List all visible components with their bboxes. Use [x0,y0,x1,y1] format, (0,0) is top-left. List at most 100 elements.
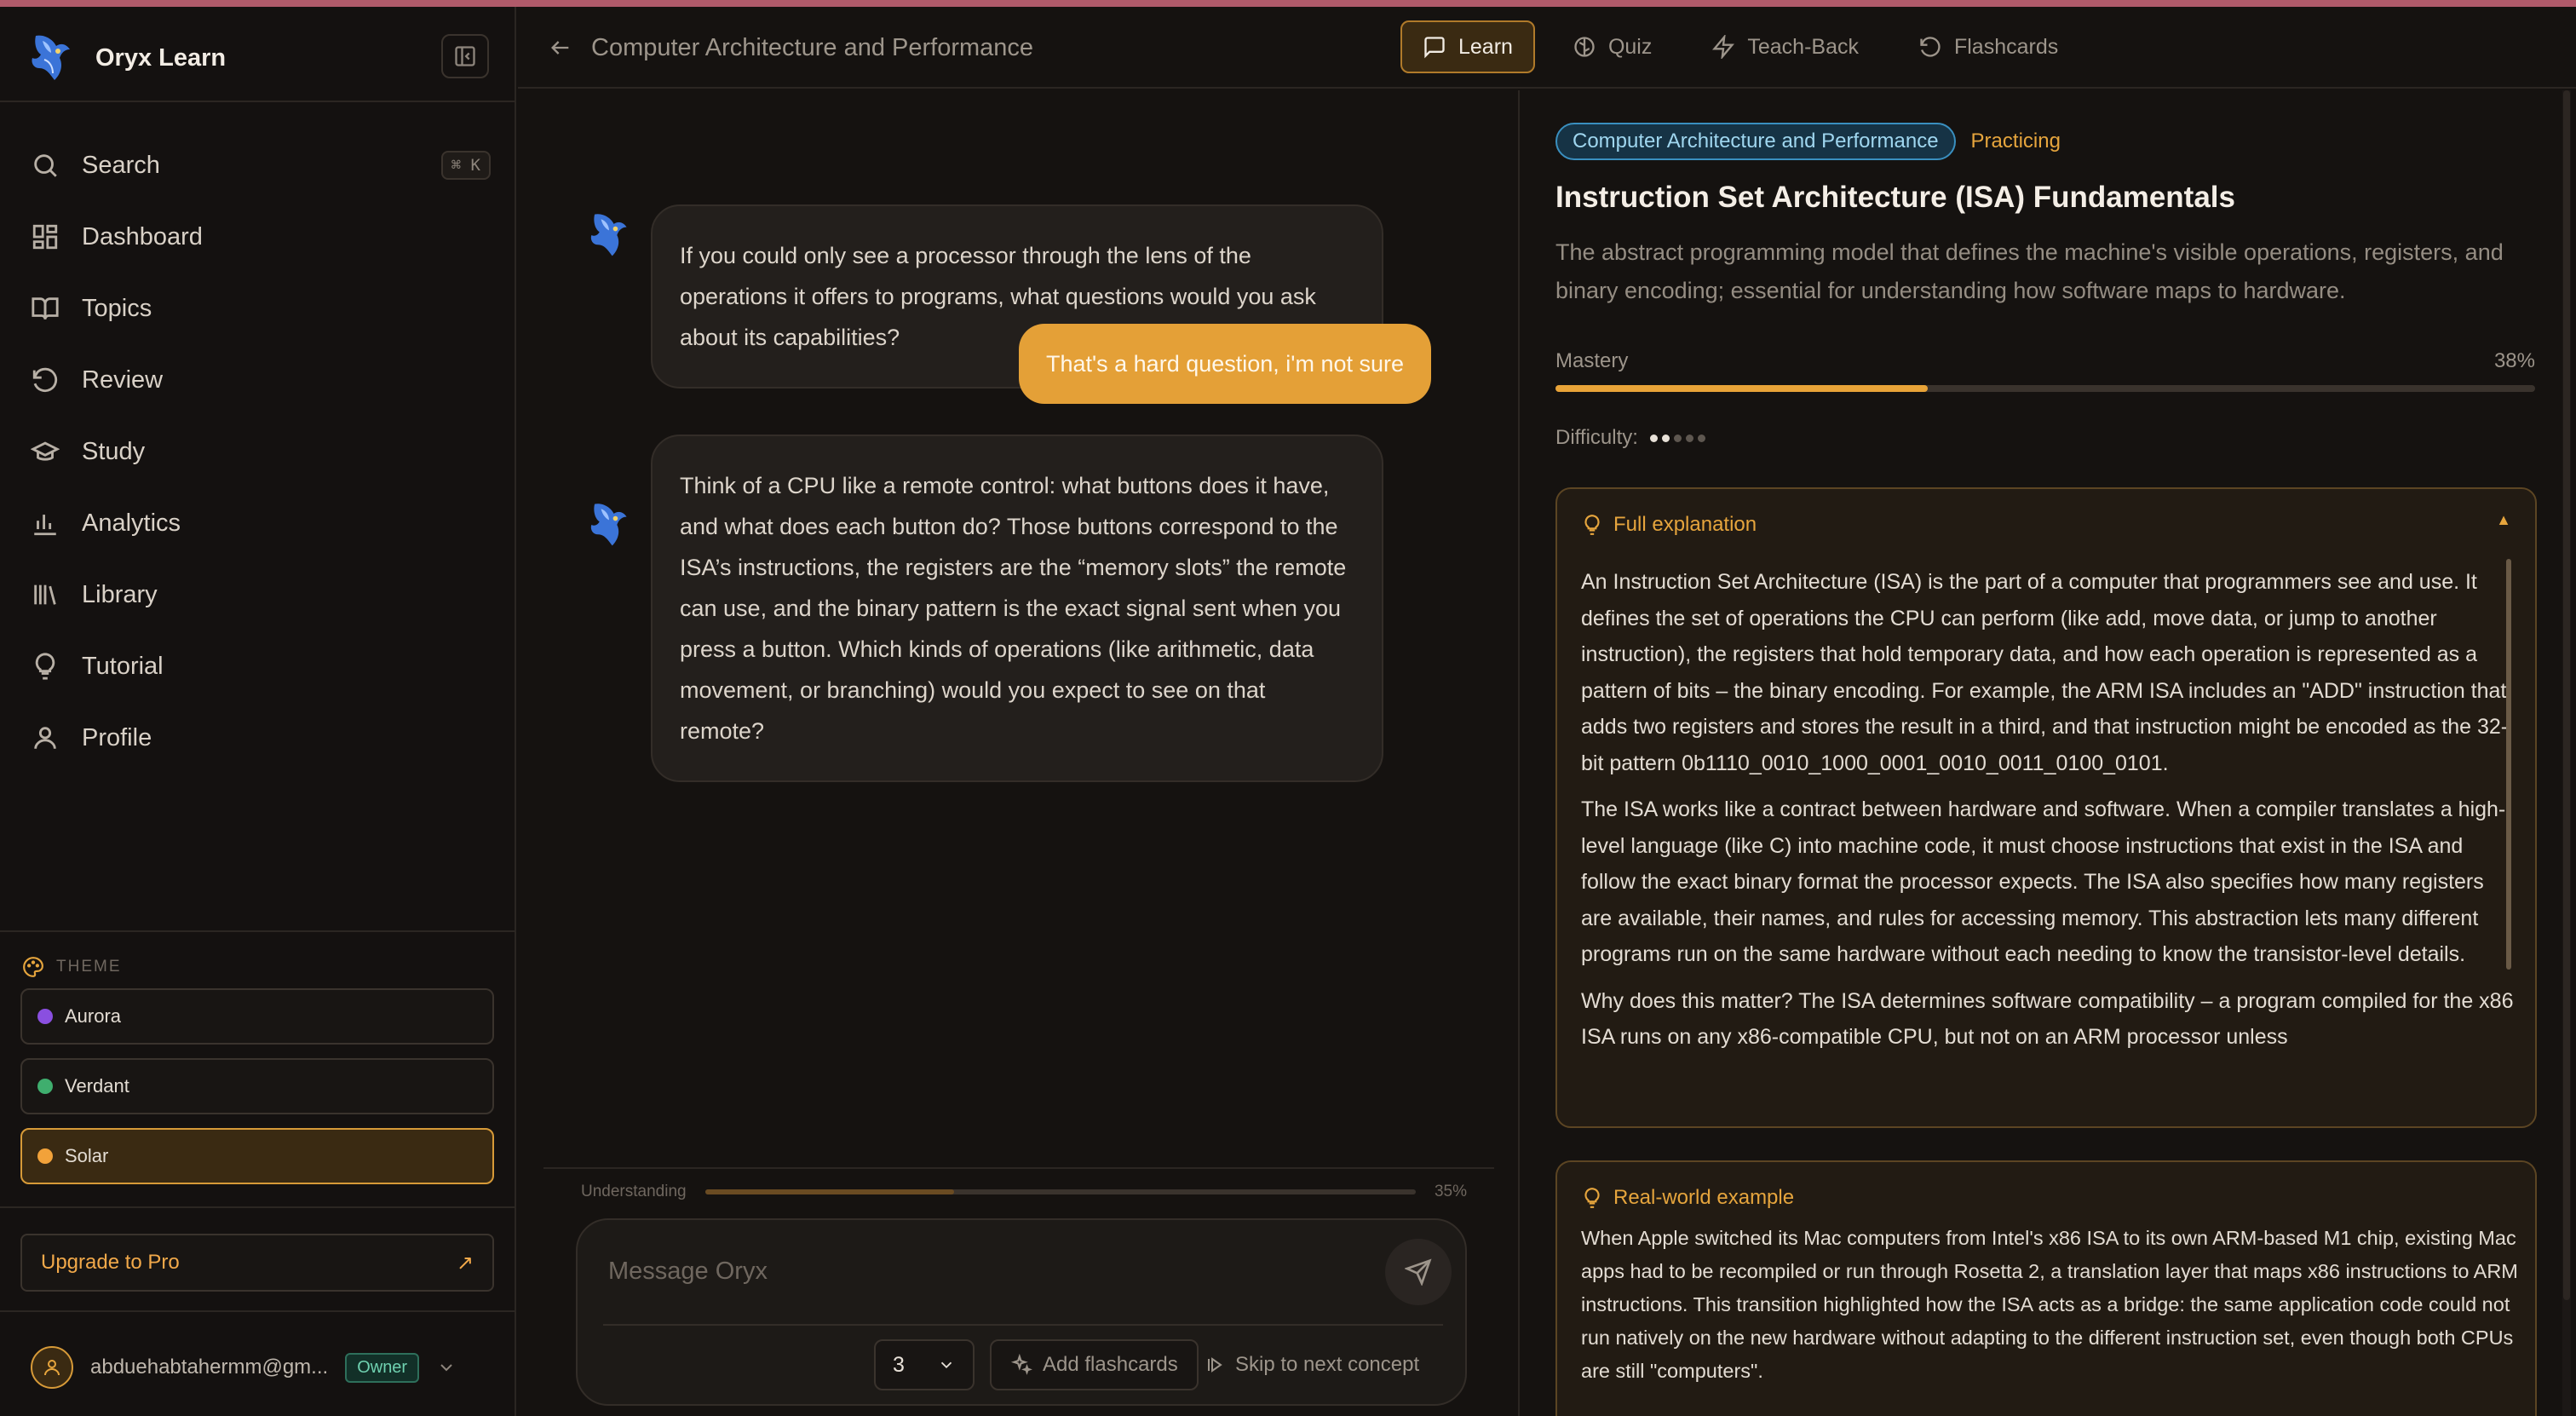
tab-teach-back[interactable]: Teach-Back [1689,20,1881,73]
panel-scrollbar[interactable] [2562,90,2571,1416]
oryx-avatar-icon [590,214,627,256]
explanation-paragraph: The ISA works like a contract between ha… [1581,797,2506,966]
concept-panel: Computer Architecture and Performance Pr… [1521,90,2576,1416]
brand[interactable]: Oryx Learn [27,24,226,92]
sidebar-item-tutorial[interactable]: Tutorial [31,630,491,702]
theme-color-dot [37,1079,53,1094]
theme-option-verdant[interactable]: Verdant [20,1058,494,1114]
tab-quiz[interactable]: Quiz [1550,20,1674,73]
lightbulb-icon [1584,1188,1600,1208]
search-icon [34,154,57,177]
sidebar: Oryx Learn Search ⌘ K Dashboard Topics R… [0,7,516,1416]
explanation-scrollbar[interactable] [2506,559,2511,970]
send-button[interactable] [1385,1239,1452,1305]
theme-option-label: Solar [65,1145,109,1166]
sidebar-item-library[interactable]: Library [31,559,491,630]
theme-option-solar[interactable]: Solar [20,1128,494,1184]
mastery-label: Mastery [1555,349,1629,372]
understanding-bar [704,1189,1416,1194]
collapse-caret-icon[interactable]: ▲ [2496,511,2511,529]
mastery-bar [1555,385,2535,392]
zap-icon [1712,35,1735,59]
difficulty-dot [1673,434,1682,442]
understanding-bar-fill [704,1189,954,1194]
assistant-bubble: Think of a CPU like a remote control: wh… [651,435,1383,782]
add-flashcards-button[interactable]: Add flashcards [990,1339,1199,1390]
topic-chip[interactable]: Computer Architecture and Performance [1555,123,1956,160]
chevron-down-icon [440,1364,452,1372]
tab-flashcards[interactable]: Flashcards [1896,20,2080,73]
full-explanation-card: Full explanation ▲ An Instruction Set Ar… [1555,487,2537,1128]
app-name: Oryx Learn [95,43,227,72]
message-input[interactable] [608,1246,1375,1297]
difficulty-dot [1661,434,1670,442]
mastery-percent: 38% [2493,349,2535,372]
account-email: abduehabtahermm@gm... [90,1356,329,1379]
sidebar-search-label: Search [82,151,160,179]
window-top-accent [0,0,2576,7]
graduation-cap-icon [31,441,60,461]
tab-learn[interactable]: Learn [1400,20,1535,73]
theme-option-label: Aurora [65,1005,122,1027]
sidebar-item-topics[interactable]: Topics [31,273,491,344]
sidebar-item-dashboard[interactable]: Dashboard [31,201,491,273]
lightbulb-icon [35,653,55,680]
theme-color-dot [37,1009,53,1024]
send-icon [1405,1258,1432,1286]
skip-forward-icon [1208,1357,1222,1373]
sidebar-item-label: Profile [82,723,152,751]
understanding-label: Understanding [581,1183,687,1200]
tab-label: Learn [1458,34,1513,59]
divider [0,1206,515,1208]
add-flashcards-label: Add flashcards [1043,1353,1178,1376]
sidebar-nav: Search ⌘ K Dashboard Topics Review Study… [31,130,491,774]
mastery-bar-fill [1555,385,1928,392]
understanding-percent: 35% [1434,1183,1467,1200]
collapse-sidebar-button[interactable] [441,34,489,78]
search-shortcut: ⌘ K [440,151,491,180]
theme-section-label: THEME [22,956,122,978]
sidebar-search[interactable]: Search ⌘ K [31,130,491,201]
flashcard-count-select[interactable]: 3 [874,1339,975,1390]
sidebar-item-label: Analytics [82,509,181,537]
upgrade-to-pro-button[interactable]: Upgrade to Pro ↗ [20,1234,494,1292]
understanding-meter: Understanding 35% [581,1183,1467,1201]
sidebar-item-study[interactable]: Study [31,416,491,487]
flashcard-count-value: 3 [893,1352,905,1377]
message-composer: 3 Add flashcards Skip to next concept [576,1218,1467,1406]
theme-color-dot [37,1148,53,1164]
book-open-icon [32,297,59,320]
difficulty-dot [1685,434,1693,442]
sidebar-collapse-icon [455,46,475,66]
theme-option-label: Verdant [65,1075,129,1097]
avatar [31,1346,73,1389]
theme-option-aurora[interactable]: Aurora [20,988,494,1045]
concept-description: The abstract programming model that defi… [1555,239,2504,303]
sidebar-item-review[interactable]: Review [31,344,491,416]
full-explanation-toggle[interactable]: Full explanation [1581,513,1757,537]
skip-concept-button[interactable]: Skip to next concept [1205,1339,1419,1390]
brain-icon [1574,37,1595,57]
sidebar-item-analytics[interactable]: Analytics [31,487,491,559]
back-button[interactable]: Computer Architecture and Performance [549,27,1033,68]
arrow-left-icon [551,41,569,55]
tab-label: Flashcards [1953,34,2059,59]
difficulty-dot [1649,434,1658,442]
difficulty-indicator: Difficulty: [1555,426,1705,450]
sidebar-item-profile[interactable]: Profile [31,702,491,774]
oryx-avatar-icon [590,504,627,546]
user-bubble: That's a hard question, i'm not sure [1018,324,1431,404]
account-menu[interactable]: abduehabtahermm@gm... Owner [31,1346,491,1389]
real-world-example-header: Real-world example [1581,1186,1794,1210]
palette-icon [23,957,43,977]
panel-scrollbar-thumb[interactable] [2563,90,2570,1300]
full-explanation-body: An Instruction Set Architecture (ISA) is… [1581,564,2518,1109]
mastery-header: Mastery 38% [1555,349,2535,373]
real-world-example-body: When Apple switched its Mac computers fr… [1581,1227,2518,1382]
top-bar: Computer Architecture and Performance Le… [518,7,2576,89]
sparkles-icon [1010,1354,1032,1375]
difficulty-dot [1697,434,1705,442]
upgrade-label: Upgrade to Pro [41,1251,180,1274]
sidebar-item-label: Review [82,366,164,394]
sidebar-item-label: Study [82,437,146,465]
